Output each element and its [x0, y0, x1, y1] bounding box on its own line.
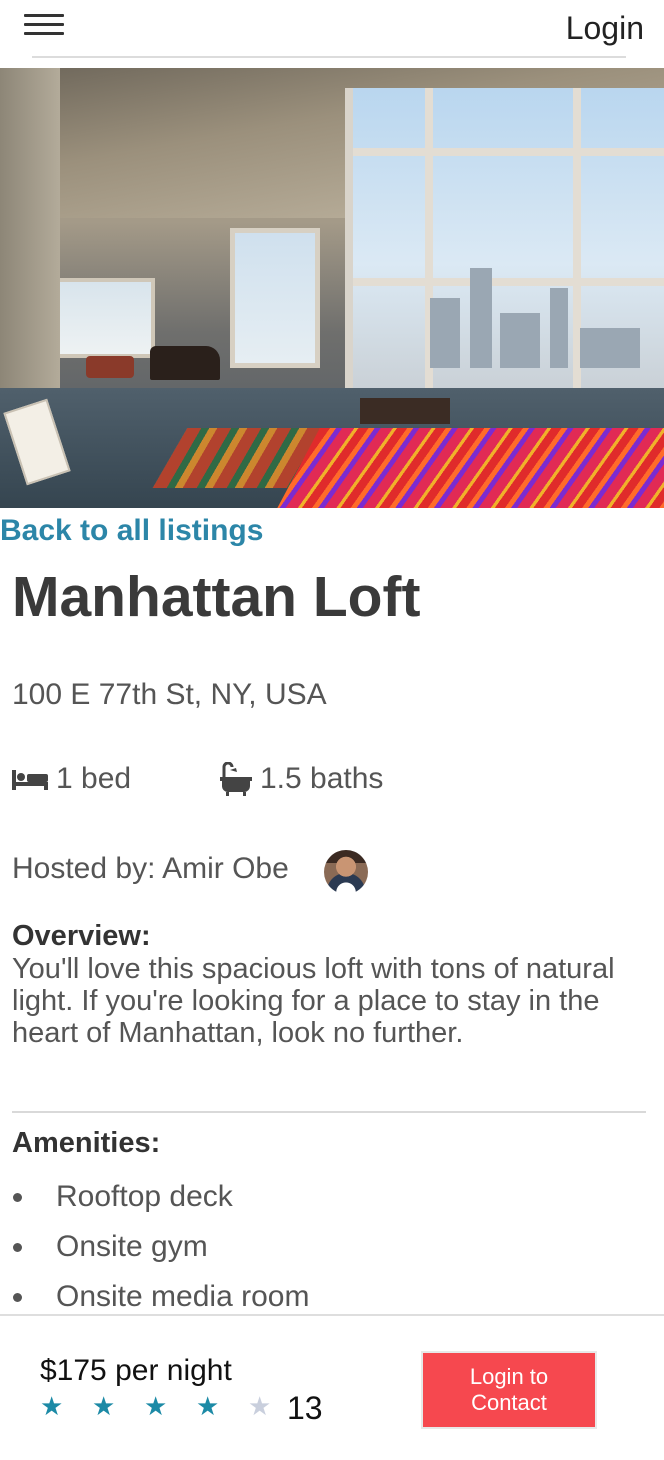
- star-icon: ★: [144, 1392, 168, 1422]
- overview-heading: Overview:: [12, 920, 151, 952]
- hero-sofa: [86, 356, 134, 378]
- listing-address: 100 E 77th St, NY, USA: [12, 678, 327, 711]
- window-mullion: [353, 148, 664, 156]
- top-nav-divider: [32, 0, 626, 58]
- bullet-icon: [13, 1193, 22, 1202]
- bed-icon: [12, 770, 48, 790]
- overview-text: You'll love this spacious loft with tons…: [12, 953, 615, 1049]
- amenity-label: Rooftop deck: [56, 1180, 233, 1213]
- bullet-icon: [13, 1243, 22, 1252]
- listing-hero-image: [0, 68, 664, 508]
- hero-window: [230, 228, 320, 368]
- menu-bar: [24, 14, 64, 17]
- menu-bar: [24, 32, 64, 35]
- star-icon: ★: [248, 1392, 272, 1422]
- hero-piano: [150, 346, 220, 380]
- host-avatar[interactable]: [324, 850, 368, 894]
- baths-spec: 1.5 baths: [220, 762, 383, 796]
- star-icon: ★: [40, 1392, 64, 1422]
- amenity-label: Onsite media room: [56, 1280, 310, 1313]
- listing-specs: 1 bed 1.5 baths: [12, 762, 652, 802]
- amenity-item: Onsite gym: [0, 1226, 664, 1276]
- rating-stars: ★ ★ ★ ★ ★ 13: [40, 1390, 340, 1426]
- menu-bar: [24, 23, 64, 26]
- review-count: 13: [287, 1390, 323, 1426]
- amenities-heading: Amenities:: [12, 1127, 161, 1159]
- login-to-contact-button[interactable]: Login to Contact: [421, 1351, 597, 1429]
- hero-desk: [360, 398, 450, 424]
- hero-skyline: [420, 258, 660, 368]
- beds-label: 1 bed: [56, 762, 132, 795]
- amenity-item: Rooftop deck: [0, 1176, 664, 1226]
- baths-label: 1.5 baths: [260, 762, 384, 795]
- host-label: Hosted by: Amir Obe: [12, 852, 289, 885]
- listing-title: Manhattan Loft: [12, 565, 421, 629]
- star-icon: ★: [196, 1392, 220, 1422]
- back-to-listings-link[interactable]: Back to all listings: [0, 514, 263, 548]
- bullet-icon: [13, 1293, 22, 1302]
- bathtub-icon: [220, 762, 252, 796]
- section-divider: [12, 1111, 646, 1113]
- top-nav: Login: [0, 0, 664, 60]
- login-link[interactable]: Login: [566, 10, 644, 47]
- star-icon: ★: [92, 1392, 116, 1422]
- hamburger-menu-icon[interactable]: [24, 14, 64, 38]
- hero-window: [55, 278, 155, 358]
- price-per-night: $175 per night: [40, 1354, 232, 1387]
- amenity-label: Onsite gym: [56, 1230, 208, 1263]
- booking-bar: $175 per night ★ ★ ★ ★ ★ 13 Login to Con…: [0, 1314, 664, 1460]
- beds-spec: 1 bed: [12, 762, 131, 796]
- amenities-list: Rooftop deck Onsite gym Onsite media roo…: [0, 1176, 664, 1326]
